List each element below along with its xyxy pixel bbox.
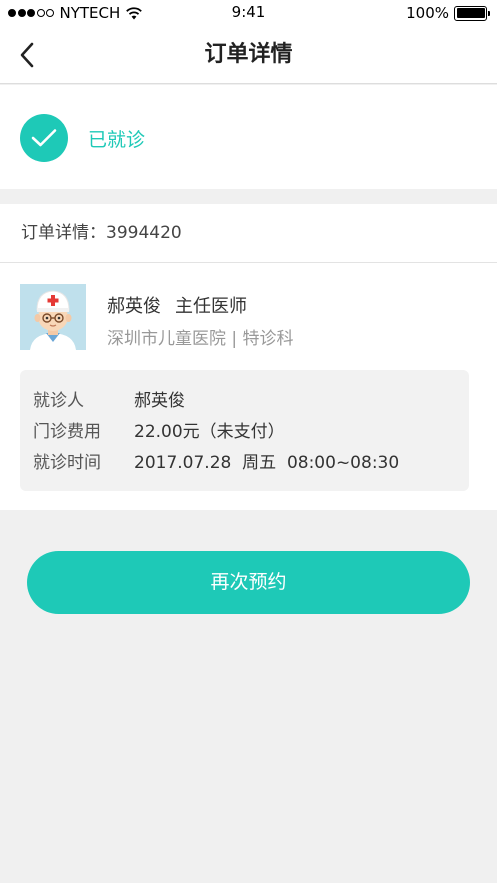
wifi-icon [126,7,143,20]
patient-label: 就诊人 [33,391,84,411]
visit-info-row-time: 就诊时间 2017.07.28 周五 08:00~08:30 [20,448,469,479]
patient-value: 郝英俊 [134,391,185,411]
battery-percent: 100% [406,4,449,22]
check-circle-icon [20,114,68,162]
signal-strength-icon [8,9,56,17]
visit-time-value: 2017.07.28 周五 08:00~08:30 [134,453,400,473]
doctor-title: 主任医师 [175,296,247,317]
back-button[interactable] [14,40,44,70]
page-title: 订单详情 [204,42,293,67]
doctor-hospital: 深圳市儿童医院 | 特诊科 [107,329,294,349]
order-number-row: 订单详情：3994420 [0,204,497,263]
rebook-button[interactable]: 再次预约 [27,551,470,614]
order-number-label: 订单详情： [21,223,106,243]
status-bar: NYTECH 9:41 100% [0,0,497,26]
order-number: 3994420 [106,223,182,243]
order-status-label: 已就诊 [88,129,146,151]
status-right: 100% [406,4,490,22]
visit-time-label: 就诊时间 [33,453,101,473]
order-status-section: 已就诊 [0,85,497,189]
order-detail-section: 订单详情：3994420 郝英俊 主任医师 深圳市儿童医院 | 特诊科 就诊人 … [0,204,497,510]
battery-icon [454,5,490,21]
doctor-name-line: 郝英俊 主任医师 [107,292,247,318]
fee-label: 门诊费用 [33,422,101,442]
status-left: NYTECH [8,4,143,22]
visit-info-box: 就诊人 郝英俊 门诊费用 22.00元（未支付） 就诊时间 2017.07.28… [20,370,469,491]
carrier-name: NYTECH [59,4,121,22]
doctor-name: 郝英俊 [107,296,161,317]
nav-bar: 订单详情 [0,26,497,84]
visit-info-row-fee: 门诊费用 22.00元（未支付） [20,417,469,448]
doctor-avatar [20,284,86,350]
chevron-left-icon [20,42,34,68]
visit-info-row-patient: 就诊人 郝英俊 [20,386,469,417]
fee-value: 22.00元（未支付） [134,422,285,442]
